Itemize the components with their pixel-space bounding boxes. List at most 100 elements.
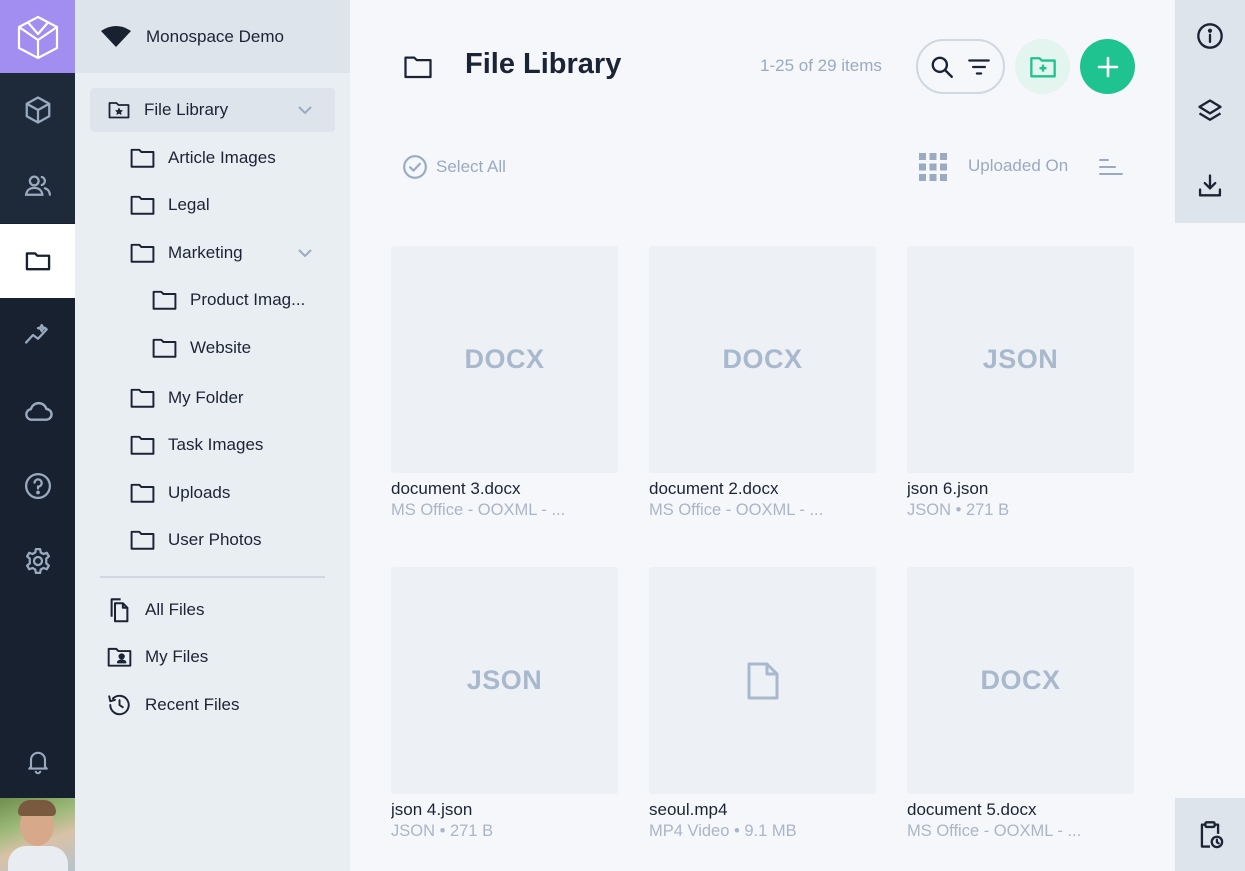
layers-icon[interactable]: [1175, 97, 1245, 125]
file-thumbnail[interactable]: DOCX: [649, 246, 876, 473]
sidebar-item-label: User Photos: [168, 530, 262, 549]
folder-icon: [130, 148, 155, 168]
filter-icon[interactable]: [966, 54, 992, 80]
sidebar-item-task-images[interactable]: Task Images: [129, 423, 263, 467]
logo-icon[interactable]: [0, 0, 75, 73]
select-all-label: Select All: [436, 157, 506, 176]
page-title: File Library: [465, 48, 622, 80]
file-meta: MS Office - OOXML - ...: [391, 501, 566, 519]
avatar-hair: [18, 800, 56, 816]
sidebar-item-my-files[interactable]: My Files: [106, 635, 208, 679]
workspace-logo-icon: [101, 25, 131, 47]
app-rail: [0, 0, 75, 871]
sidebar-item-label: Marketing: [168, 243, 243, 262]
sidebar-item-label: All Files: [145, 600, 205, 619]
select-all-button[interactable]: Select All: [402, 154, 506, 180]
sidebar-item-label: Recent Files: [145, 695, 240, 714]
settings-icon[interactable]: [0, 524, 75, 598]
folder-plus-icon: [1029, 56, 1056, 77]
file-thumbnail[interactable]: JSON: [391, 567, 618, 794]
sidebar-item-label: Legal: [168, 195, 210, 214]
sort-field-dropdown[interactable]: Uploaded On: [968, 156, 1068, 176]
file-name: json 6.json: [907, 479, 989, 498]
search-filter-pill[interactable]: [916, 39, 1005, 94]
add-file-button[interactable]: [1080, 39, 1135, 94]
grid-view-icon[interactable]: [919, 153, 947, 181]
sidebar-item-file-library[interactable]: File Library: [90, 88, 335, 132]
main-content: File Library 1-25 of 29 items Select All…: [350, 0, 1175, 871]
sidebar-item-label: Task Images: [168, 435, 264, 454]
sidebar-item-uploads[interactable]: Uploads: [129, 471, 230, 515]
file-thumbnail[interactable]: JSON: [907, 246, 1134, 473]
info-icon[interactable]: [1175, 22, 1245, 50]
folder-icon[interactable]: [0, 224, 75, 298]
file-meta: MP4 Video • 9.1 MB: [649, 822, 797, 840]
file-icon: [747, 662, 778, 699]
file-name: document 5.docx: [907, 800, 1037, 819]
file-card[interactable]: JSON json 4.json JSON • 271 B: [391, 567, 618, 841]
plus-icon: [1097, 56, 1118, 77]
file-name: document 3.docx: [391, 479, 521, 498]
sidebar-item-marketing[interactable]: Marketing: [129, 231, 335, 275]
folder-icon: [404, 56, 432, 79]
file-meta: MS Office - OOXML - ...: [907, 822, 1082, 840]
file-name: document 2.docx: [649, 479, 779, 498]
sidebar-item-my-folder[interactable]: My Folder: [129, 376, 244, 420]
file-name: seoul.mp4: [649, 800, 728, 819]
copy-files-icon: [110, 598, 129, 623]
sidebar-item-product-images[interactable]: Product Imag...: [151, 278, 305, 322]
starred-folder-icon: [108, 102, 130, 119]
workspace-name: Monospace Demo: [146, 26, 284, 46]
sidebar-item-label: Website: [190, 338, 252, 357]
sidebar-item-user-photos[interactable]: User Photos: [129, 518, 262, 562]
file-thumbnail[interactable]: [649, 567, 876, 794]
search-icon[interactable]: [929, 54, 955, 80]
sort-direction-icon[interactable]: [1098, 156, 1124, 178]
sidebar-item-legal[interactable]: Legal: [129, 183, 210, 227]
file-card[interactable]: DOCX document 3.docx MS Office - OOXML -…: [391, 246, 618, 520]
users-icon[interactable]: [0, 149, 75, 223]
sidebar-item-recent-files[interactable]: Recent Files: [106, 683, 239, 727]
chevron-down-icon[interactable]: [295, 100, 315, 120]
sidebar-item-label: My Files: [145, 647, 209, 666]
folder-icon: [152, 338, 177, 358]
file-thumbnail[interactable]: DOCX: [391, 246, 618, 473]
sidebar: Monospace Demo File Library Article Imag…: [75, 0, 350, 871]
file-card[interactable]: seoul.mp4 MP4 Video • 9.1 MB: [649, 567, 876, 841]
file-card[interactable]: DOCX document 5.docx MS Office - OOXML -…: [907, 567, 1134, 841]
history-icon: [108, 694, 130, 716]
cloud-icon[interactable]: [0, 374, 75, 448]
folder-icon: [130, 388, 155, 408]
sidebar-divider: [100, 576, 325, 578]
folder-icon: [130, 530, 155, 550]
sidebar-item-label: Article Images: [168, 148, 276, 167]
sidebar-item-label: My Folder: [168, 388, 244, 407]
folder-icon: [130, 195, 155, 215]
chevron-down-icon[interactable]: [295, 243, 315, 263]
folder-icon: [130, 483, 155, 503]
file-meta: JSON • 271 B: [907, 501, 1010, 519]
sidebar-item-article-images[interactable]: Article Images: [129, 136, 276, 180]
file-card[interactable]: DOCX document 2.docx MS Office - OOXML -…: [649, 246, 876, 520]
file-thumbnail[interactable]: DOCX: [907, 567, 1134, 794]
workspace-header[interactable]: Monospace Demo: [75, 0, 350, 73]
cube-icon[interactable]: [0, 73, 75, 147]
user-folder-icon: [107, 647, 132, 667]
right-rail: [1175, 0, 1245, 871]
avatar[interactable]: [0, 798, 75, 871]
file-name: json 4.json: [391, 800, 473, 819]
new-folder-button[interactable]: [1015, 39, 1070, 94]
clipboard-clock-icon[interactable]: [1175, 820, 1245, 850]
sidebar-item-all-files[interactable]: All Files: [106, 588, 205, 632]
sidebar-item-website[interactable]: Website: [151, 326, 251, 370]
file-meta: MS Office - OOXML - ...: [649, 501, 824, 519]
check-circle-icon: [403, 155, 427, 179]
help-icon[interactable]: [0, 449, 75, 523]
sidebar-item-label: Uploads: [168, 483, 231, 502]
insights-icon[interactable]: [0, 298, 75, 372]
download-icon[interactable]: [1175, 172, 1245, 200]
folder-icon: [130, 435, 155, 455]
bell-icon[interactable]: [0, 724, 75, 798]
file-card[interactable]: JSON json 6.json JSON • 271 B: [907, 246, 1134, 520]
folder-icon: [152, 290, 177, 310]
